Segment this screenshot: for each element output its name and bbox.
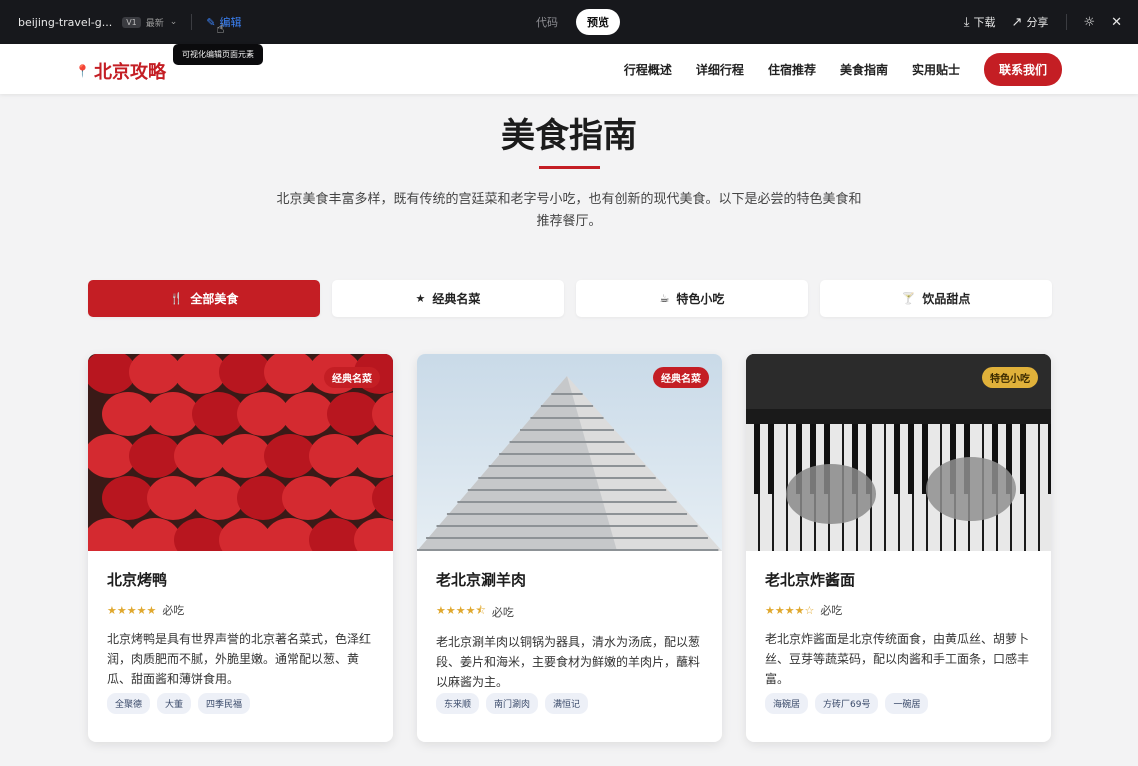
restaurant-tag[interactable]: 四季民福 bbox=[198, 693, 251, 714]
food-card[interactable]: 经典名菜 老北京涮羊肉 ★★★★⯪ 必吃 老北京涮羊肉以铜锅为器具，清水为汤底，… bbox=[417, 354, 722, 742]
rating: ★★★★⯪ 必吃 bbox=[436, 602, 703, 621]
restaurant-tag[interactable]: 南门涮肉 bbox=[486, 693, 539, 714]
restaurant-tags: 海碗居 方砖厂69号 一碗居 bbox=[765, 693, 929, 714]
rating: ★★★★★ 必吃 bbox=[107, 602, 374, 618]
star-icon: ★ bbox=[415, 292, 426, 305]
tab-snacks[interactable]: ☕ 特色小吃 bbox=[576, 280, 808, 317]
star-rating-icon: ★★★★☆ bbox=[765, 603, 815, 617]
category-badge: 经典名菜 bbox=[324, 367, 380, 388]
restaurant-tags: 全聚德 大董 四季民福 bbox=[107, 693, 251, 714]
food-image-piano: 特色小吃 bbox=[746, 354, 1051, 551]
version-badge: V1 bbox=[122, 16, 141, 28]
restaurant-tag[interactable]: 海碗居 bbox=[765, 693, 809, 714]
card-title: 北京烤鸭 bbox=[107, 571, 168, 589]
nav-link-accommodation[interactable]: 住宿推荐 bbox=[768, 61, 816, 78]
close-button[interactable]: ✕ bbox=[1111, 15, 1122, 30]
restaurant-tags: 东来顺 南门涮肉 满恒记 bbox=[436, 693, 589, 714]
card-title: 老北京炸酱面 bbox=[765, 571, 856, 589]
preview-view-button[interactable]: 预览 bbox=[576, 9, 620, 35]
nav-link-food[interactable]: 美食指南 bbox=[840, 61, 888, 78]
food-filter-tabs: 🍴 全部美食 ★ 经典名菜 ☕ 特色小吃 🍸 饮品甜点 bbox=[88, 280, 1052, 317]
page-title: 美食指南 bbox=[501, 116, 637, 156]
restaurant-tag[interactable]: 全聚德 bbox=[107, 693, 151, 714]
share-icon: ↗ bbox=[1011, 14, 1023, 30]
code-view-button[interactable]: 代码 bbox=[526, 9, 568, 35]
edit-tooltip: 可视化编辑页面元素 bbox=[173, 44, 263, 65]
pencil-icon: ✎ bbox=[206, 15, 216, 29]
restaurant-tag[interactable]: 东来顺 bbox=[436, 693, 480, 714]
editor-toolbar: beijing-travel-g... V1 最新 ⌄ ✎ 编辑 ☝ 代码 预览… bbox=[0, 0, 1138, 44]
restaurant-tag[interactable]: 一碗居 bbox=[885, 693, 929, 714]
sun-icon: ☼ bbox=[1083, 14, 1096, 30]
tab-all-food[interactable]: 🍴 全部美食 bbox=[88, 280, 320, 317]
card-description: 北京烤鸭是具有世界声誉的北京著名菜式，色泽红润，肉质肥而不腻，外脆里嫩。通常配以… bbox=[107, 632, 372, 686]
cocktail-icon: 🍸 bbox=[901, 292, 916, 305]
food-image-strawberries: 经典名菜 bbox=[88, 354, 393, 551]
version-status: 最新 bbox=[145, 18, 164, 29]
divider bbox=[191, 14, 193, 30]
utensils-icon: 🍴 bbox=[169, 292, 184, 305]
section-description: 北京美食丰富多样，既有传统的宫廷菜和老字号小吃，也有创新的现代美食。以下是必尝的… bbox=[276, 192, 862, 229]
title-underline bbox=[539, 166, 600, 169]
food-image-building: 经典名菜 bbox=[417, 354, 722, 551]
nav-link-itinerary[interactable]: 详细行程 bbox=[696, 61, 744, 78]
nav-link-overview[interactable]: 行程概述 bbox=[624, 61, 672, 78]
restaurant-tag[interactable]: 大董 bbox=[157, 693, 192, 714]
edit-button[interactable]: ✎ 编辑 ☝ bbox=[206, 14, 241, 38]
share-button[interactable]: ↗ 分享 bbox=[1012, 14, 1049, 30]
food-card[interactable]: 经典名菜 北京烤鸭 ★★★★★ 必吃 北京烤鸭是具有世界声誉的北京著名菜式，色泽… bbox=[88, 354, 393, 742]
star-rating-icon: ★★★★⯪ bbox=[436, 604, 486, 617]
view-toggle: 代码 预览 bbox=[526, 9, 620, 35]
tab-drinks-desserts[interactable]: 🍸 饮品甜点 bbox=[820, 280, 1052, 317]
card-title: 老北京涮羊肉 bbox=[436, 571, 527, 589]
category-badge: 特色小吃 bbox=[982, 367, 1038, 388]
category-badge: 经典名菜 bbox=[653, 367, 709, 388]
rating-label: 必吃 bbox=[491, 605, 514, 619]
site-nav: 📍 北京攻略 行程概述 详细行程 住宿推荐 美食指南 实用贴士 联系我们 bbox=[0, 44, 1138, 94]
rating: ★★★★☆ 必吃 bbox=[765, 602, 1032, 618]
restaurant-tag[interactable]: 满恒记 bbox=[545, 693, 589, 714]
pointer-cursor-icon: ☝ bbox=[216, 22, 225, 37]
chevron-down-icon[interactable]: ⌄ bbox=[170, 17, 178, 27]
brand-logo[interactable]: 📍 北京攻略 bbox=[75, 58, 166, 84]
star-rating-icon: ★★★★★ bbox=[107, 603, 157, 617]
food-cards: 经典名菜 北京烤鸭 ★★★★★ 必吃 北京烤鸭是具有世界声誉的北京著名菜式，色泽… bbox=[88, 354, 1051, 742]
file-name[interactable]: beijing-travel-g... bbox=[18, 16, 112, 29]
card-description: 老北京涮羊肉以铜锅为器具，清水为汤底，配以葱段、姜片和海米，主要食材为鲜嫩的羊肉… bbox=[436, 635, 701, 689]
close-icon: ✕ bbox=[1111, 14, 1122, 30]
download-icon: ⤓ bbox=[963, 14, 970, 30]
brand-name: 北京攻略 bbox=[93, 62, 166, 83]
bowl-icon: ☕ bbox=[659, 292, 670, 305]
map-pin-icon: 📍 bbox=[75, 64, 90, 78]
contact-button[interactable]: 联系我们 bbox=[983, 53, 1062, 86]
card-description: 老北京炸酱面是北京传统面食，由黄瓜丝、胡萝卜丝、豆芽等蔬菜码，配以肉酱和手工面条… bbox=[765, 632, 1030, 686]
rating-label: 必吃 bbox=[162, 604, 185, 617]
restaurant-tag[interactable]: 方砖厂69号 bbox=[815, 693, 879, 714]
divider bbox=[1066, 14, 1068, 30]
food-card[interactable]: 特色小吃 老北京炸酱面 ★★★★☆ 必吃 老北京炸酱面是北京传统面食，由黄瓜丝、… bbox=[746, 354, 1051, 742]
download-button[interactable]: ⤓ 下载 bbox=[964, 14, 996, 30]
rating-label: 必吃 bbox=[820, 604, 843, 617]
nav-link-tips[interactable]: 实用贴士 bbox=[912, 61, 960, 78]
tab-classic-dishes[interactable]: ★ 经典名菜 bbox=[332, 280, 564, 317]
theme-toggle-button[interactable]: ☼ bbox=[1083, 15, 1095, 30]
